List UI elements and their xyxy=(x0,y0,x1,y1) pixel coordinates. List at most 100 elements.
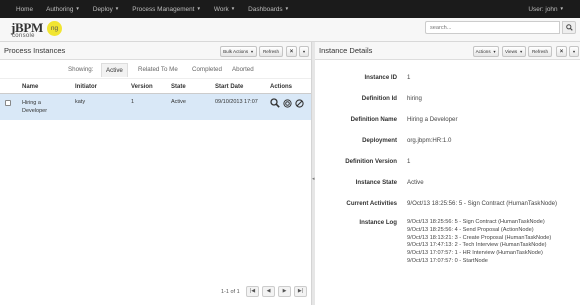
log-entry: 9/Oct/13 18:25:56: 5 - Sign Contract (Hu… xyxy=(407,219,545,225)
instance-details-panel: Instance Details Actions ▼ Views ▼ Refresh… xyxy=(315,42,580,305)
detail-label: Instance Log xyxy=(359,219,397,226)
panel-menu-button[interactable]: ▼ xyxy=(299,46,309,57)
views-button[interactable]: Views ▼ xyxy=(502,46,526,57)
chevron-down-icon: ▼ xyxy=(196,5,201,11)
panel-title: Process Instances xyxy=(4,46,66,55)
cell-initiator: katy xyxy=(75,99,86,105)
refresh-button[interactable]: Refresh xyxy=(528,46,552,57)
log-entry: 9/Oct/13 18:13:21: 3 - Create Proposal (… xyxy=(407,234,552,241)
showing-label: Showing: xyxy=(68,66,94,73)
close-icon: × xyxy=(289,48,294,55)
bulk-actions-button[interactable]: Bulk Actions ▼ xyxy=(220,46,257,57)
nav-work-label: Work xyxy=(213,5,229,13)
nav-dashboards[interactable]: Dashboards ▼ xyxy=(248,6,289,13)
column-header-start-date[interactable]: Start Date xyxy=(215,84,243,90)
abort-icon[interactable] xyxy=(295,98,304,108)
detail-label: Definition Name xyxy=(350,116,397,123)
detail-value: hiring xyxy=(407,95,422,102)
refresh-label: Refresh xyxy=(262,49,280,54)
detail-label: Instance State xyxy=(355,179,397,186)
close-icon: × xyxy=(559,48,564,55)
actions-label: Actions xyxy=(475,49,491,54)
nav-work[interactable]: Work ▼ xyxy=(214,6,235,13)
log-entry: 9/Oct/13 17:07:57: 0 - StartNode xyxy=(407,257,488,264)
search-button[interactable] xyxy=(562,21,576,34)
detail-label: Current Activities xyxy=(346,200,397,207)
tab-related-to-me[interactable]: Related To Me xyxy=(134,63,182,77)
close-button[interactable]: × xyxy=(556,46,567,57)
signal-icon[interactable] xyxy=(283,98,292,108)
user-menu-label: User: john xyxy=(528,5,558,13)
jbpm-logo: jBPM console ng xyxy=(11,20,63,42)
actions-button[interactable]: Actions ▼ xyxy=(473,46,499,57)
user-menu[interactable]: User: john ▼ xyxy=(528,6,564,13)
process-instances-panel: Process Instances Bulk Actions ▼ Refresh … xyxy=(0,42,311,305)
pager-text: 1-1 of 1 xyxy=(221,289,240,295)
column-header-actions: Actions xyxy=(270,84,293,90)
detail-value: 1 xyxy=(407,74,411,81)
detail-label: Definition Id xyxy=(361,95,397,102)
panel-menu-button[interactable]: ▼ xyxy=(569,46,579,57)
bulk-actions-label: Bulk Actions xyxy=(223,49,249,54)
detail-value: Active xyxy=(407,179,424,186)
nav-deploy[interactable]: Deploy ▼ xyxy=(93,6,119,13)
prev-page-button[interactable]: ◀ xyxy=(262,286,275,297)
prev-page-icon: ◀ xyxy=(266,288,271,294)
tab-aborted[interactable]: Aborted xyxy=(228,63,258,77)
column-header-version[interactable]: Version xyxy=(131,84,153,90)
column-header-initiator[interactable]: Initiator xyxy=(75,84,97,90)
log-entry: 9/Oct/13 18:25:56: 4 - Send Proposal (Ac… xyxy=(407,226,534,233)
logo-console-text: console xyxy=(12,33,35,39)
next-page-icon: ▶ xyxy=(282,288,287,294)
cell-name: Hiring a Developer xyxy=(22,100,48,114)
app-header: jBPM console ng xyxy=(0,18,580,42)
tab-active[interactable]: Active xyxy=(101,63,128,77)
chevron-down-icon: ▼ xyxy=(230,5,236,11)
chevron-down-icon: ▼ xyxy=(114,5,120,11)
chevron-down-icon: ▼ xyxy=(250,49,254,54)
last-page-button[interactable]: ▶| xyxy=(294,286,307,297)
refresh-button[interactable]: Refresh xyxy=(259,46,283,57)
search-icon[interactable] xyxy=(270,98,280,108)
row-actions xyxy=(270,98,304,108)
next-page-button[interactable]: ▶ xyxy=(278,286,291,297)
close-button[interactable]: × xyxy=(286,46,297,57)
row-checkbox[interactable] xyxy=(5,100,11,106)
detail-label: Instance ID xyxy=(364,74,397,81)
log-entry: 9/Oct/13 17:47:13: 2 - Tech Interview (H… xyxy=(407,242,547,249)
nav-authoring[interactable]: Authoring ▼ xyxy=(46,6,80,13)
refresh-label: Refresh xyxy=(531,49,549,54)
column-header-state[interactable]: State xyxy=(171,84,186,90)
nav-authoring-label: Authoring xyxy=(46,5,74,13)
nav-home[interactable]: Home xyxy=(16,6,33,13)
detail-value: Hiring a Developer xyxy=(407,116,458,123)
last-page-icon: ▶| xyxy=(297,288,304,294)
chevron-down-icon: ▼ xyxy=(559,5,564,11)
top-nav-bar: Home Authoring ▼ Deploy ▼ Process Manageme… xyxy=(0,0,580,18)
detail-value: org.jbpm:HR:1.0 xyxy=(407,137,452,144)
instance-log-list: 9/Oct/13 18:25:56: 5 - Sign Contract (Hu… xyxy=(407,219,551,266)
process-instances-table: Name Initiator Version State Start Date … xyxy=(0,78,311,120)
nav-process-management[interactable]: Process Management ▼ xyxy=(132,6,201,13)
chevron-down-icon: ▼ xyxy=(492,49,497,54)
first-page-button[interactable]: |◀ xyxy=(246,286,259,297)
table-row[interactable]: Hiring a Developer katy 1 Active 09/10/2… xyxy=(0,94,311,120)
chevron-down-icon: ▼ xyxy=(519,49,523,54)
log-entry: 9/Oct/13 17:07:57: 1 - HR Interview (Hum… xyxy=(407,250,543,257)
tab-completed[interactable]: Completed xyxy=(188,63,226,77)
chevron-down-icon: ▼ xyxy=(284,5,290,11)
logo-ng-badge: ng xyxy=(47,21,62,36)
column-header-name[interactable]: Name xyxy=(22,84,38,90)
views-label: Views xyxy=(505,49,518,54)
detail-label: Deployment xyxy=(362,137,397,144)
search-input[interactable] xyxy=(425,21,560,34)
first-page-icon: |◀ xyxy=(249,288,256,294)
pagination: 1-1 of 1 |◀ ◀ ▶ ▶| xyxy=(0,285,311,301)
instance-filter-tabs: Showing: Active Related To Me Completed … xyxy=(0,62,311,77)
cell-state: Active xyxy=(171,99,186,105)
nav-dashboards-label: Dashboards xyxy=(248,5,283,13)
cell-version: 1 xyxy=(131,99,135,105)
panel-header: Process Instances Bulk Actions ▼ Refresh … xyxy=(0,42,311,60)
table-header: Name Initiator Version State Start Date … xyxy=(0,78,311,94)
chevron-down-icon: ▼ xyxy=(572,49,576,54)
